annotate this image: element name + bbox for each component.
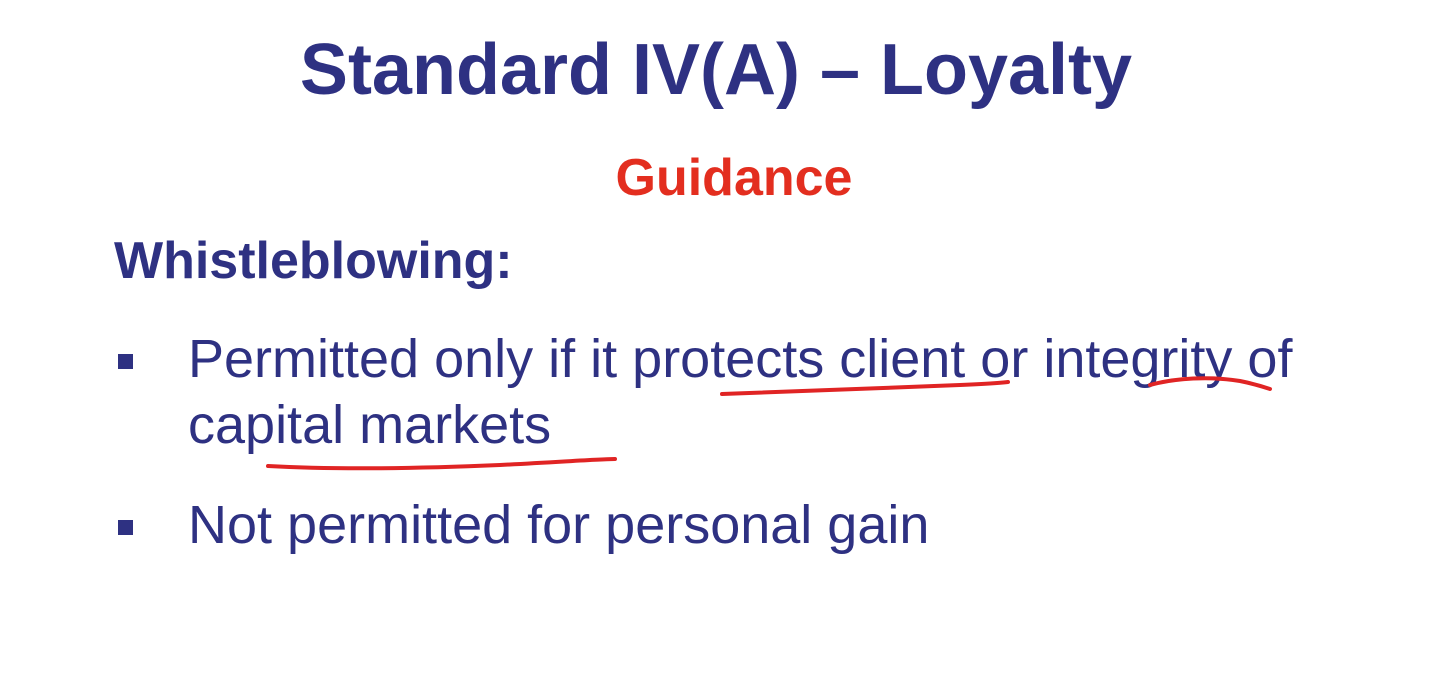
bullet-square-icon bbox=[118, 354, 133, 369]
underline-capital-markets bbox=[266, 457, 617, 471]
slide: Standard IV(A) – Loyalty Guidance Whistl… bbox=[0, 0, 1432, 674]
slide-subtitle: Guidance bbox=[615, 149, 853, 207]
bullet-text: Not permitted for personal gain bbox=[188, 495, 930, 555]
bullet-square-icon bbox=[118, 520, 133, 535]
section-heading: Whistleblowing: bbox=[114, 232, 513, 290]
bullet-text: Permitted only if it protects client or … bbox=[188, 329, 1293, 455]
slide-title: Standard IV(A) – Loyalty bbox=[299, 30, 1133, 110]
